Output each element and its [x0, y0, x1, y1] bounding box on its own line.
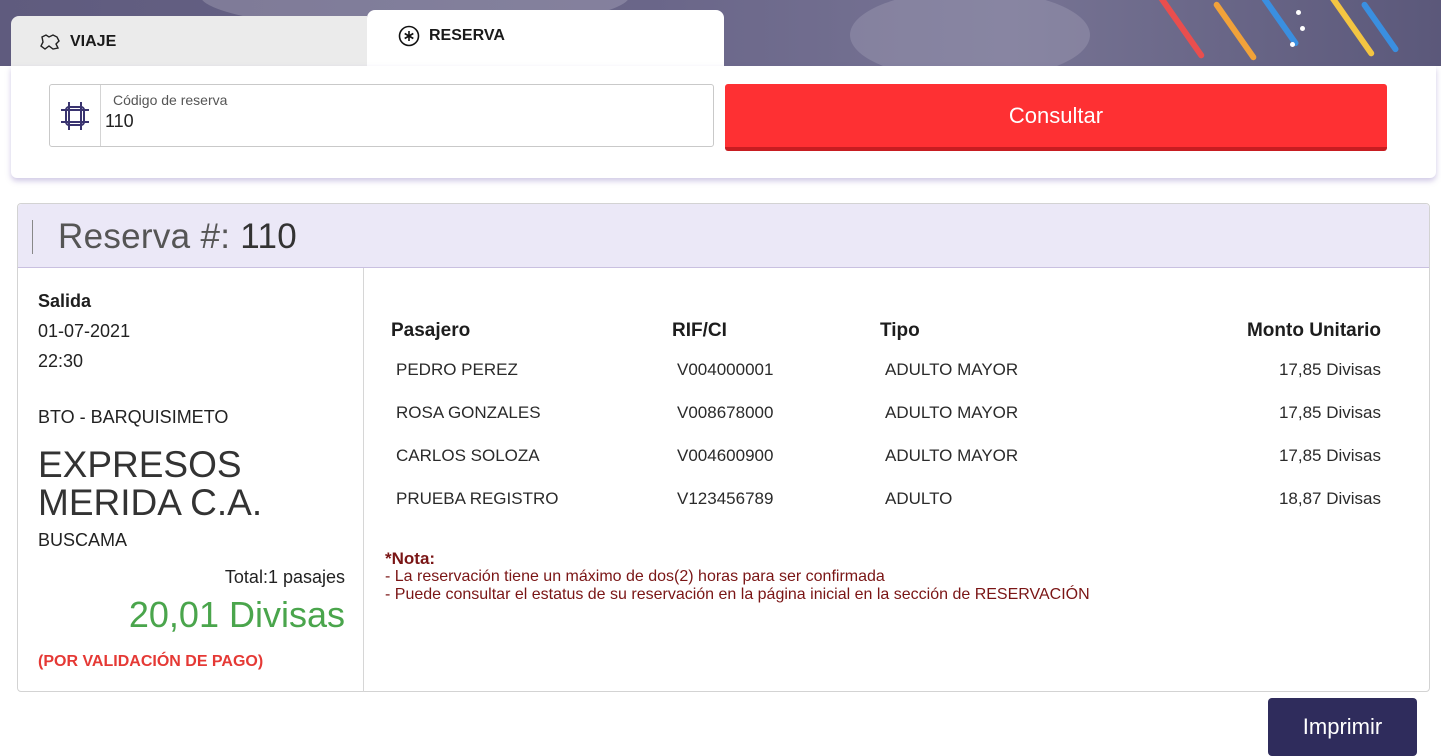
passenger-name: ROSA GONZALES	[396, 402, 541, 422]
passenger-type: ADULTO	[885, 488, 953, 508]
total-label: Total:1 pasajes	[224, 567, 345, 587]
passenger-name: CARLOS SOLOZA	[396, 445, 540, 465]
passenger-type: ADULTO MAYOR	[885, 402, 1019, 422]
passenger-details: Pasajero RIF/CI Tipo Monto Unitario PEDR…	[365, 268, 1429, 692]
passenger-type: ADULTO MAYOR	[885, 445, 1019, 465]
field-body: Código de reserva	[101, 85, 713, 146]
banner-stripe	[1154, 0, 1206, 60]
banner-dot	[1290, 42, 1295, 47]
tab-viaje-label: VIAJE	[70, 32, 117, 50]
status-badge: (POR VALIDACIÓN DE PAGO)	[38, 653, 264, 670]
note-title: *Nota:	[385, 549, 436, 568]
banner-dot	[1296, 10, 1301, 15]
passenger-id: V008678000	[677, 402, 774, 422]
note-block: *Nota: - La reservación tiene un máximo …	[385, 550, 1090, 604]
passenger-table: Pasajero RIF/CI Tipo Monto Unitario PEDR…	[391, 314, 1381, 520]
unit-amount: 18,87 Divisas	[1278, 488, 1381, 508]
search-card: Código de reserva Consultar	[11, 66, 1436, 178]
passenger-name: PEDRO PEREZ	[396, 359, 518, 379]
banner-shape	[850, 0, 1090, 66]
column-header-tipo: Tipo	[880, 320, 920, 341]
column-header-pasajero: Pasajero	[391, 320, 471, 341]
unit-amount: 17,85 Divisas	[1278, 359, 1381, 379]
header-divider	[32, 220, 33, 254]
passenger-id: V004600900	[677, 445, 774, 465]
company-name: EXPRESOS MERIDA C.A.	[38, 444, 263, 523]
tab-bar: VIAJE RESERVA	[11, 10, 724, 71]
departure-time: 22:30	[38, 351, 84, 371]
table-row: ROSA GONZALES V008678000 ADULTO MAYOR 17…	[391, 391, 1381, 434]
consultar-button[interactable]: Consultar	[725, 84, 1387, 151]
passenger-id: V004000001	[677, 359, 774, 379]
banner-dot	[1300, 26, 1305, 31]
banner-stripe	[1212, 0, 1258, 62]
unit-amount: 17,85 Divisas	[1278, 445, 1381, 465]
passenger-id: V123456789	[677, 488, 774, 508]
unit-amount: 17,85 Divisas	[1278, 402, 1381, 422]
field-label: Código de reserva	[113, 92, 228, 108]
note-line: - La reservación tiene un máximo de dos(…	[385, 568, 885, 585]
banner-stripe	[1260, 0, 1300, 48]
total-amount: 20,01 Divisas	[128, 594, 345, 635]
reservation-title-prefix: Reserva #:	[58, 217, 231, 256]
departure-date: 01-07-2021	[38, 321, 131, 341]
table-row: PRUEBA REGISTRO V123456789 ADULTO 18,87 …	[391, 477, 1381, 520]
trip-summary: Salida 01-07-2021 22:30 BTO - BARQUISIME…	[18, 268, 364, 692]
table-row: CARLOS SOLOZA V004600900 ADULTO MAYOR 17…	[391, 434, 1381, 477]
column-header-monto: Monto Unitario	[1246, 320, 1381, 341]
reservation-title: Reserva #: 110	[58, 217, 297, 257]
note-line: - Puede consultar el estatus de su reser…	[385, 586, 1090, 603]
tab-viaje[interactable]: VIAJE	[11, 16, 367, 71]
reservation-code-input[interactable]	[105, 111, 705, 132]
column-header-rif: RIF/CI	[672, 320, 727, 341]
reservation-number: 110	[240, 217, 297, 256]
tab-reserva-label: RESERVA	[429, 27, 505, 44]
passenger-type: ADULTO MAYOR	[885, 359, 1019, 379]
service-type: BUSCAMA	[38, 530, 128, 550]
asterisk-circle-icon	[397, 24, 421, 48]
map-icon	[38, 30, 62, 54]
table-row: PEDRO PEREZ V004000001 ADULTO MAYOR 17,8…	[391, 348, 1381, 391]
passenger-name: PRUEBA REGISTRO	[396, 488, 559, 508]
table-header-row: Pasajero RIF/CI Tipo Monto Unitario	[391, 314, 1381, 348]
hashtag-icon	[50, 85, 101, 146]
reservation-header: Reserva #: 110	[18, 204, 1429, 268]
reservation-panel: Reserva #: 110 Salida 01-07-2021 22:30 B…	[17, 203, 1430, 692]
departure-label: Salida	[38, 291, 92, 311]
tab-reserva[interactable]: RESERVA	[367, 10, 724, 70]
print-button[interactable]: Imprimir	[1268, 698, 1417, 756]
reservation-code-field: Código de reserva	[49, 84, 714, 147]
route: BTO - BARQUISIMETO	[38, 407, 229, 427]
